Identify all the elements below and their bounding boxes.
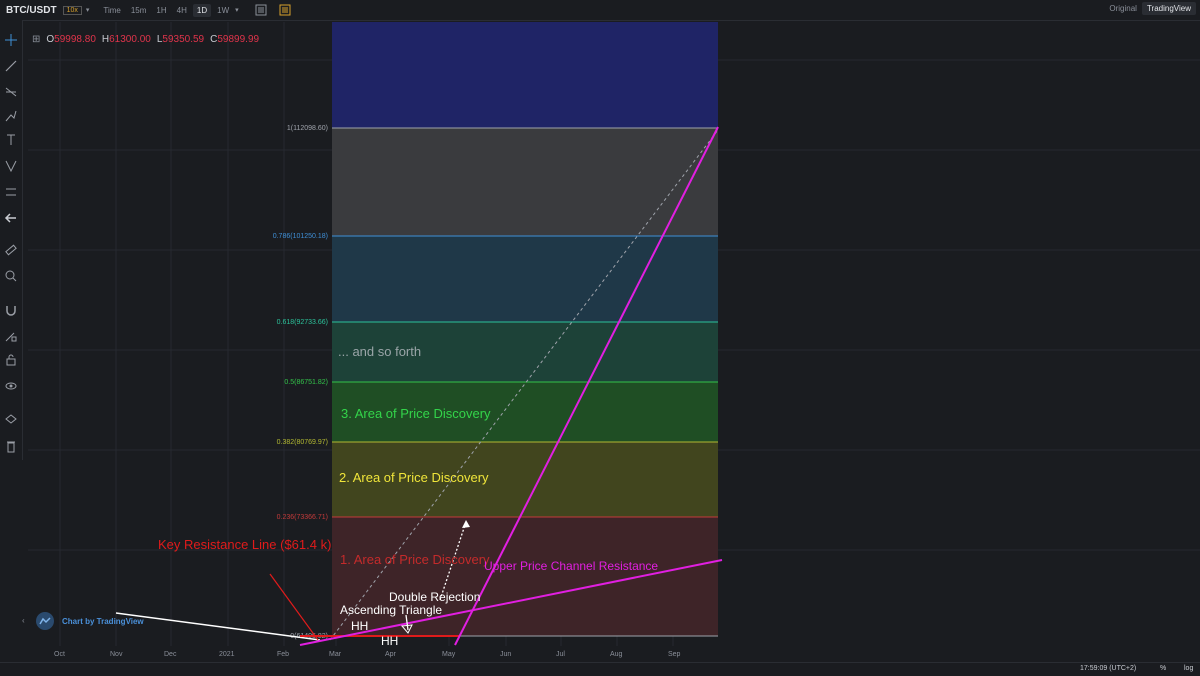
ohlc-c-value: 59899.99 xyxy=(217,34,260,45)
time-axis[interactable]: Oct Nov Dec 2021 Feb Mar Apr May Jun Jul… xyxy=(28,648,1200,662)
fib-label-0236: 0.236(73366.71) xyxy=(277,514,328,521)
annotation-key-resistance: Key Resistance Line ($61.4 k) xyxy=(158,537,331,552)
xaxis-label: 2021 xyxy=(219,651,235,658)
log-scale-toggle[interactable]: log xyxy=(1184,665,1193,672)
annotation-double-rejection: Double Rejection xyxy=(389,590,480,604)
fib-label-05: 0.5(86751.82) xyxy=(284,379,328,386)
annotation-area-3: 3. Area of Price Discovery xyxy=(341,406,491,421)
annotation-hh-2: HH xyxy=(381,634,398,648)
chart-canvas[interactable]: 1(112098.60) 0.786(101250.18) 0.618(9273… xyxy=(0,0,1200,662)
fib-band-top xyxy=(332,22,718,128)
xaxis-label: Feb xyxy=(277,651,290,658)
xaxis-label: Oct xyxy=(54,651,65,658)
xaxis-label: Nov xyxy=(110,651,123,658)
ohlc-h-value: 61300.00 xyxy=(109,34,151,45)
key-resistance-pointer xyxy=(269,573,319,641)
xaxis-label: Aug xyxy=(610,651,623,658)
fib-label-1: 1(112098.60) xyxy=(287,125,328,132)
xaxis-label: Sep xyxy=(668,651,681,658)
xaxis-label: Dec xyxy=(164,651,177,658)
xaxis-label: May xyxy=(442,651,456,658)
fib-retracement[interactable]: 1(112098.60) 0.786(101250.18) 0.618(9273… xyxy=(273,22,718,640)
xaxis-label: Jun xyxy=(500,651,512,658)
annotation-hh: HH xyxy=(351,619,368,633)
tradingview-logo-icon xyxy=(36,612,54,630)
annotation-upper-channel: Upper Price Channel Resistance xyxy=(484,559,658,573)
collapse-toolbar-icon[interactable]: ‹ xyxy=(22,616,25,625)
fib-label-0382: 0.382(80769.97) xyxy=(277,439,328,446)
annotation-area-1: 1. Area of Price Discovery xyxy=(340,552,490,567)
bottom-status-bar: 17:59:09 (UTC+2) % log xyxy=(0,662,1200,676)
xaxis-label: Jul xyxy=(556,651,565,658)
ohlc-l-value: 59350.59 xyxy=(162,34,205,45)
tradingview-branding[interactable]: Chart by TradingView xyxy=(36,612,144,630)
expand-legend-icon[interactable]: ⊞ xyxy=(32,34,40,45)
xaxis-label: Apr xyxy=(385,651,396,658)
branding-text: Chart by TradingView xyxy=(62,616,144,626)
fib-band-0236-0 xyxy=(332,517,718,636)
annotation-ascending-triangle: Ascending Triangle xyxy=(340,603,442,617)
clock-time: 17:59:09 (UTC+2) xyxy=(1080,665,1137,672)
annotation-so-forth: ... and so forth xyxy=(338,344,421,359)
xaxis-label: Mar xyxy=(329,651,342,658)
ohlc-o-label: O xyxy=(46,34,55,45)
ohlc-legend: ⊞ O59998.80 H61300.00 L59350.59 C59899.9… xyxy=(32,34,259,45)
fib-band-0786-0618 xyxy=(332,236,718,322)
fib-label-0786: 0.786(101250.18) xyxy=(273,233,328,240)
annotation-area-2: 2. Area of Price Discovery xyxy=(339,470,489,485)
ohlc-o-value: 59998.80 xyxy=(54,34,96,45)
descending-trend-line[interactable] xyxy=(115,612,321,641)
fib-band-1-0786 xyxy=(332,128,718,236)
percent-scale-toggle[interactable]: % xyxy=(1160,665,1166,672)
fib-label-0618: 0.618(92733.66) xyxy=(277,319,328,326)
